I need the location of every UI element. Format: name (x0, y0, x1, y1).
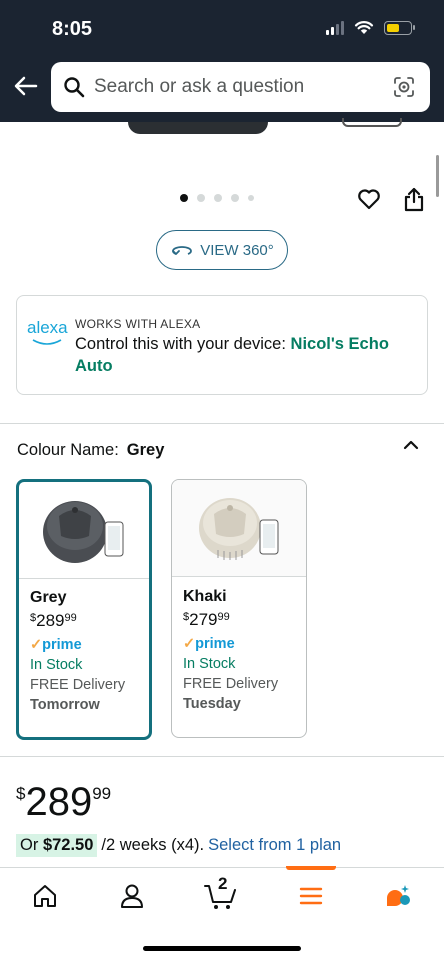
swatch-name: Khaki (183, 588, 227, 605)
prime-badge: ✓prime (183, 636, 235, 652)
price-cents: 99 (92, 784, 112, 803)
swatch-info-khaki: Khaki $27999 ✓prime In Stock FREE Delive… (172, 577, 306, 712)
divider (0, 423, 444, 424)
installment-offer: Or $72.50 /2 weeks (x4). Select from 1 p… (16, 834, 341, 857)
product-image[interactable] (128, 122, 268, 134)
gallery-pager[interactable] (180, 194, 254, 202)
delivery-label: FREE Delivery (30, 677, 126, 693)
delivery-label: FREE Delivery (183, 676, 279, 692)
pager-dot[interactable] (180, 194, 188, 202)
price-whole: 289 (25, 780, 93, 824)
rufus-icon[interactable] (384, 882, 412, 910)
nav-active-indicator (286, 866, 336, 870)
installment-highlight: Or $72.50 (16, 834, 98, 857)
camera-lens-icon[interactable] (392, 75, 416, 99)
swatch-price: $27999 (183, 610, 230, 629)
view-360-label: VIEW 360° (200, 241, 274, 259)
search-icon[interactable] (63, 76, 85, 98)
chevron-up-icon[interactable] (402, 438, 420, 452)
alexa-text: Control this with your device: Nicol's E… (75, 333, 415, 377)
search-input[interactable] (94, 76, 364, 98)
robot-vacuum-grey-image (43, 501, 124, 563)
pager-dot[interactable] (231, 194, 239, 202)
price-currency: $ (16, 784, 26, 803)
status-icons (326, 20, 415, 35)
divider (0, 756, 444, 757)
swatch-price: $28999 (30, 611, 77, 630)
pager-dot[interactable] (214, 194, 222, 202)
installment-term: /2 weeks (x4). (101, 836, 205, 854)
swatch-grey[interactable]: Grey $28999 ✓prime In Stock FREE Deliver… (16, 479, 152, 740)
colour-selected: Grey (126, 441, 165, 459)
colour-label: Colour Name: Grey (17, 441, 164, 460)
home-icon[interactable] (31, 882, 59, 910)
battery-icon (384, 20, 415, 35)
swatch-info-grey: Grey $28999 ✓prime In Stock FREE Deliver… (19, 579, 149, 713)
alexa-smile-icon (32, 339, 62, 345)
bottom-nav: 2 (0, 866, 444, 960)
back-arrow-icon[interactable] (12, 72, 40, 100)
cart-button[interactable]: 2 (203, 874, 239, 910)
alexa-text-label: Control this with your device: (75, 335, 286, 353)
swatch-image-khaki (172, 480, 306, 576)
menu-icon[interactable] (297, 882, 325, 910)
installment-amount: $72.50 (42, 836, 94, 854)
prime-badge: ✓prime (30, 637, 82, 653)
heart-icon[interactable] (356, 186, 382, 212)
delivery-day: Tomorrow (30, 697, 100, 713)
select-plan-link[interactable]: Select from 1 plan (208, 836, 341, 855)
product-image-secondary (342, 118, 402, 127)
prime-check-icon: ✓ (183, 636, 196, 652)
swatch-name: Grey (30, 589, 67, 606)
pager-dot[interactable] (197, 194, 205, 202)
wifi-icon (354, 21, 374, 34)
stock-status: In Stock (30, 657, 83, 673)
share-icon[interactable] (402, 186, 426, 212)
product-price: $28999 (16, 780, 111, 825)
status-time: 8:05 (52, 18, 93, 40)
account-icon[interactable] (118, 882, 146, 910)
delivery-day: Tuesday (183, 696, 241, 712)
home-indicator (143, 946, 301, 951)
swatch-image-grey (19, 482, 149, 578)
signal-icon (326, 20, 344, 35)
cart-count: 2 (218, 874, 228, 893)
pager-dot[interactable] (248, 195, 254, 201)
stock-status: In Stock (183, 656, 236, 672)
swatch-khaki[interactable]: Khaki $27999 ✓prime In Stock FREE Delive… (171, 479, 307, 738)
app-header: 8:05 (0, 0, 444, 122)
alexa-logo: alexa (27, 318, 68, 337)
alexa-overline: WORKS WITH ALEXA (75, 317, 201, 331)
rotate-360-icon (172, 246, 193, 255)
robot-vacuum-khaki-image (199, 498, 279, 560)
search-bar[interactable] (51, 62, 430, 112)
alexa-card[interactable]: alexa WORKS WITH ALEXA Control this with… (16, 295, 428, 395)
view-360-button[interactable]: VIEW 360° (156, 230, 288, 270)
colour-label-text: Colour Name: (17, 441, 119, 459)
scrollbar (436, 155, 439, 197)
prime-check-icon: ✓ (30, 637, 43, 653)
